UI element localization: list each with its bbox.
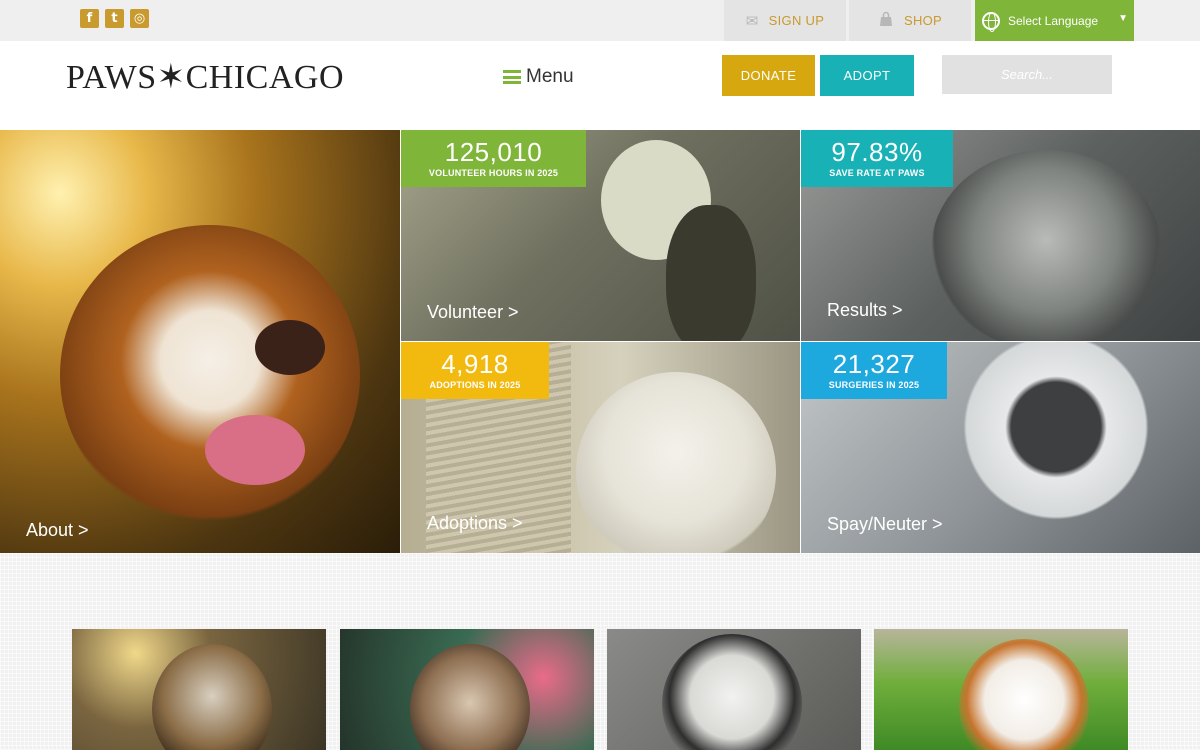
volunteer-number: 125,010: [444, 137, 543, 167]
dog-tongue: [205, 415, 305, 485]
pet-card[interactable]: [340, 629, 594, 750]
shop-button[interactable]: SHOP: [849, 0, 971, 41]
adoptions-caption: ADOPTIONS IN 2025: [429, 380, 521, 390]
dog-nose: [255, 320, 325, 375]
site-logo[interactable]: PAWS✶CHICAGO: [66, 57, 344, 97]
pet-card[interactable]: [72, 629, 326, 750]
instagram-icon[interactable]: ◎: [130, 9, 149, 28]
puppy-photo: [662, 634, 802, 750]
volunteer-caption: VOLUNTEER HOURS IN 2025: [428, 168, 559, 178]
facebook-icon[interactable]: f: [80, 9, 99, 28]
tile-adoptions[interactable]: 4,918 ADOPTIONS IN 2025 Adoptions >: [401, 342, 800, 553]
results-number: 97.83%: [831, 137, 923, 167]
social-links: f t ◎: [80, 9, 149, 28]
twitter-icon[interactable]: t: [105, 9, 124, 28]
tile-spay-neuter[interactable]: 21,327 SURGERIES IN 2025 Spay/Neuter >: [801, 342, 1200, 553]
jack-russell-photo: [959, 639, 1089, 750]
dog-photo: [60, 225, 360, 525]
tile-results[interactable]: 97.83% SAVE RATE AT PAWS Results >: [801, 130, 1200, 341]
cone-dog-photo: [941, 342, 1171, 522]
about-link: About >: [26, 520, 89, 540]
hamburger-icon: [503, 70, 521, 84]
results-link: Results >: [827, 300, 903, 320]
globe-icon: [982, 11, 1000, 32]
volunteer-stat: 125,010 VOLUNTEER HOURS IN 2025: [401, 130, 586, 187]
language-label: Select Language: [1008, 13, 1099, 28]
spay-link: Spay/Neuter >: [827, 514, 943, 534]
sign-up-label: SIGN UP: [768, 13, 825, 28]
spay-stat: 21,327 SURGERIES IN 2025: [801, 342, 947, 399]
envelope-icon: ✉: [745, 12, 759, 30]
cat-photo: [931, 150, 1161, 341]
menu-button[interactable]: Menu: [503, 66, 574, 88]
pet-card[interactable]: [607, 629, 861, 750]
pet-card[interactable]: [874, 629, 1128, 750]
adoptions-stat: 4,918 ADOPTIONS IN 2025: [401, 342, 549, 399]
chevron-down-icon: ▼: [1118, 13, 1128, 24]
results-caption: SAVE RATE AT PAWS: [829, 168, 925, 178]
language-select[interactable]: Select Language ▼: [975, 0, 1134, 41]
terrier-photo: [152, 644, 272, 750]
results-stat: 97.83% SAVE RATE AT PAWS: [801, 130, 953, 187]
shopping-bag-icon: [878, 11, 894, 31]
spay-number: 21,327: [832, 349, 916, 379]
adoptions-number: 4,918: [441, 349, 509, 379]
adopt-button[interactable]: ADOPT: [820, 55, 914, 96]
spay-caption: SURGERIES IN 2025: [828, 380, 920, 390]
tile-volunteer[interactable]: 125,010 VOLUNTEER HOURS IN 2025 Voluntee…: [401, 130, 800, 341]
tile-about[interactable]: About >: [0, 130, 400, 553]
shop-label: SHOP: [903, 13, 943, 28]
volunteer-dog: [666, 205, 756, 341]
volunteer-link: Volunteer >: [427, 302, 519, 322]
top-utility-bar: f t ◎ ✉ SIGN UP SHOP Select Language ▼: [0, 0, 1200, 41]
kitten-photo: [410, 644, 530, 750]
menu-label: Menu: [526, 66, 574, 87]
sign-up-button[interactable]: ✉ SIGN UP: [724, 0, 846, 41]
adoptions-link: Adoptions >: [427, 513, 523, 533]
search-input[interactable]: [942, 55, 1112, 94]
white-cat-photo: [576, 372, 776, 553]
donate-button[interactable]: DONATE: [722, 55, 815, 96]
